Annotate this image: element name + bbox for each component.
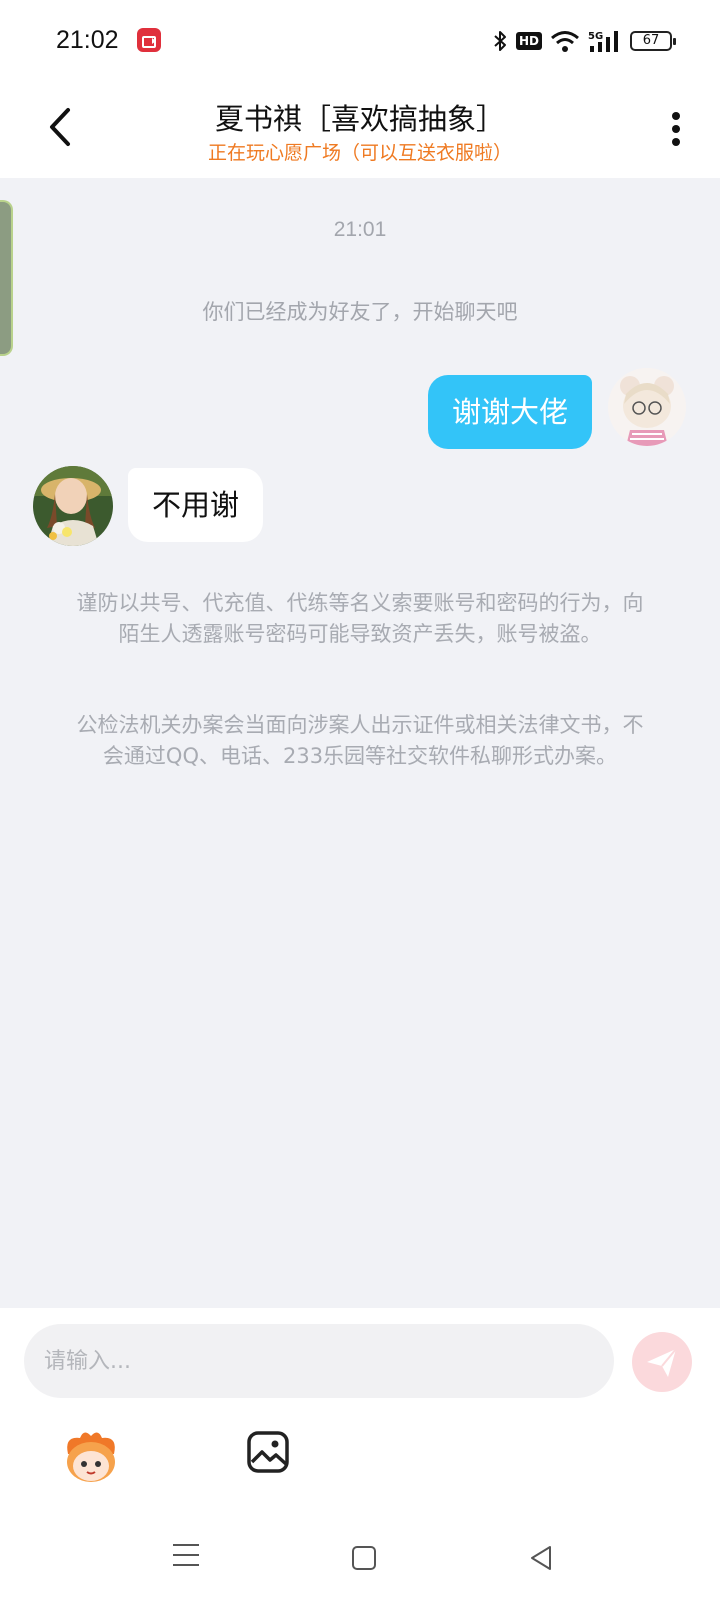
mascot-emoji-icon [67, 1432, 115, 1482]
security-warning: 谨防以共号、代充值、代练等名义索要账号和密码的行为，向陌生人透露账号密码可能导致… [76, 591, 644, 646]
contact-avatar[interactable] [33, 466, 113, 546]
status-time: 21:02 [56, 26, 119, 54]
bluetooth-icon [494, 31, 506, 51]
chat-header: 夏书祺［喜欢搞抽象］ 正在玩心愿广场（可以互送衣服啦） [0, 80, 720, 178]
recent-apps-button[interactable] [173, 1544, 199, 1568]
contact-message-bubble[interactable]: 不用谢 [128, 468, 264, 542]
send-button[interactable] [632, 1332, 692, 1392]
security-warning: 公检法机关办案会当面向涉案人出示证件或相关法律文书，不会通过QQ、电话、233乐… [76, 713, 644, 768]
chat-message-list[interactable]: 21:01 你们已经成为好友了，开始聊天吧 谢谢大佬 不用谢 谨防以共号、代充值… [0, 178, 720, 1308]
anime-avatar-icon [608, 368, 686, 446]
system-nav-bar [0, 1500, 720, 1604]
page-title: 夏书祺［喜欢搞抽象］ [214, 102, 505, 136]
5g-signal-icon: 5G [588, 31, 618, 52]
user-status-subtitle[interactable]: 正在玩心愿广场（可以互送衣服啦） [100, 138, 620, 165]
more-vertical-icon [672, 112, 680, 120]
back-button[interactable] [42, 104, 82, 150]
wifi-icon [551, 31, 579, 52]
image-button[interactable] [246, 1430, 290, 1474]
home-button[interactable] [352, 1546, 376, 1570]
paper-plane-icon [647, 1348, 677, 1377]
nav-back-button[interactable] [528, 1544, 554, 1572]
my-message-bubble[interactable]: 谢谢大佬 [427, 375, 592, 449]
system-notice: 你们已经成为好友了，开始聊天吧 [202, 300, 518, 324]
status-icons: HD 5G 67 [492, 26, 676, 56]
screen-record-icon [137, 28, 161, 52]
emoji-button[interactable] [60, 1428, 122, 1486]
my-avatar[interactable] [608, 368, 686, 446]
hd-icon: HD [515, 32, 542, 50]
status-bar: 21:02 HD 5G 67 [0, 0, 720, 80]
more-options-button[interactable] [668, 112, 684, 152]
image-icon [247, 1431, 289, 1473]
photo-avatar-icon [33, 466, 113, 546]
chat-timestamp: 21:01 [333, 218, 387, 241]
battery-icon: 67 [630, 31, 676, 51]
message-input[interactable] [24, 1324, 614, 1398]
menu-icon [173, 1544, 199, 1546]
svg-text:5G: 5G [588, 31, 603, 42]
